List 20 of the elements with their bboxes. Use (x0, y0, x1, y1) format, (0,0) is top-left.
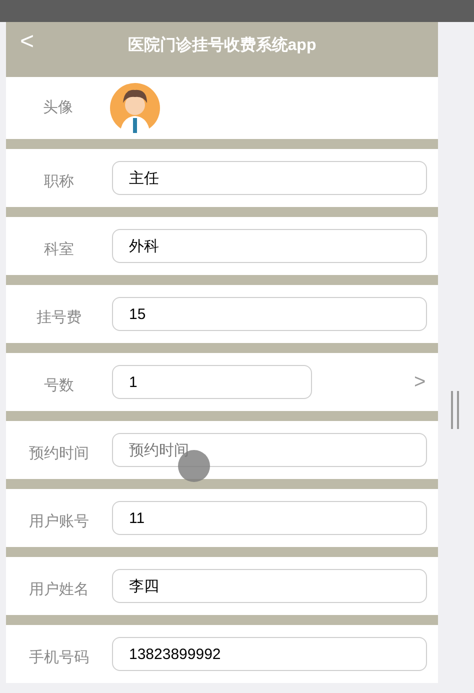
field-label: 挂号费 (36, 308, 82, 328)
input-field[interactable]: 李四 (112, 569, 427, 603)
field-label: 用户账号 (28, 512, 90, 532)
scroll-grip[interactable] (451, 391, 459, 429)
field-label: 号数 (43, 376, 75, 396)
field-label: 职称 (43, 172, 75, 192)
field-label: 科室 (43, 240, 75, 260)
input-field[interactable]: 11 (112, 501, 427, 535)
input-field[interactable]: 预约时间 (112, 433, 427, 467)
input-field[interactable]: 主任 (112, 161, 427, 195)
input-field[interactable]: 1 (112, 365, 312, 399)
input-field[interactable]: 15 (112, 297, 427, 331)
input-field[interactable]: 外科 (112, 229, 427, 263)
input-field[interactable]: 13823899992 (112, 637, 427, 671)
field-label: 头像 (42, 98, 74, 118)
field-label: 预约时间 (28, 444, 90, 464)
field-label: 用户姓名 (28, 580, 90, 600)
header-title: 医院门诊挂号收费系统app (128, 35, 316, 56)
field-label: 手机号码 (28, 648, 90, 668)
avatar-icon[interactable] (110, 83, 160, 133)
